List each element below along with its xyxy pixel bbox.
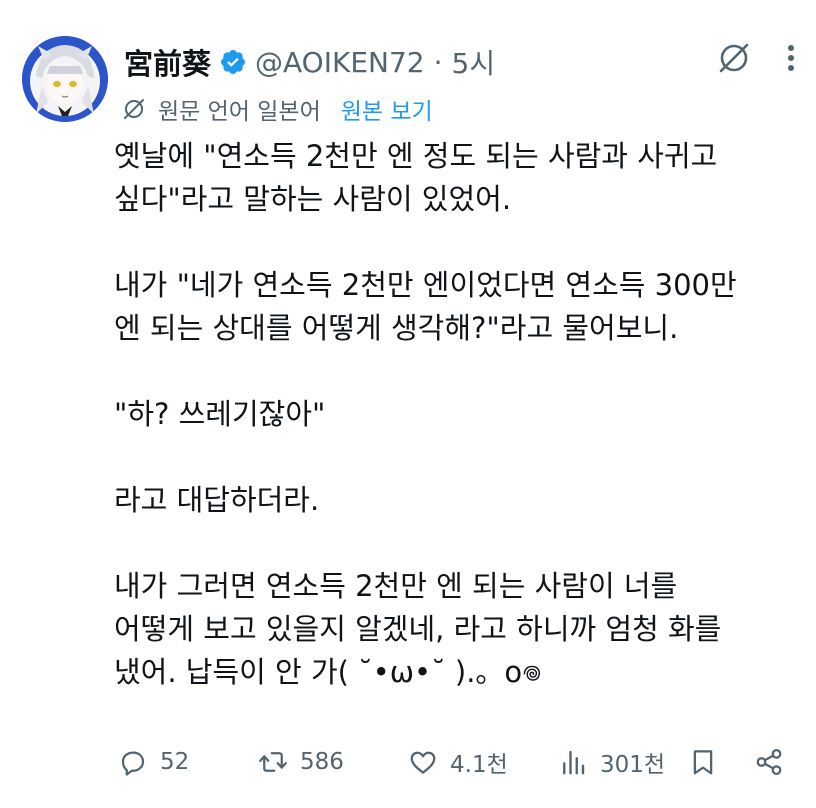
action-bar: 52 586 4.1천 301천 bbox=[118, 742, 798, 782]
heart-icon bbox=[410, 751, 436, 774]
bookmark-button[interactable] bbox=[688, 742, 718, 782]
grok-icon[interactable] bbox=[716, 40, 752, 76]
show-original-link[interactable]: 원본 보기 bbox=[341, 92, 433, 126]
views-button[interactable]: 301천 bbox=[558, 742, 665, 782]
tweet-paragraph-2: 내가 "네가 연소득 2천만 엔이었다면 연소득 300만 엔 되는 상대를 어… bbox=[114, 268, 737, 345]
views-icon bbox=[563, 750, 585, 775]
top-right-controls bbox=[716, 40, 794, 76]
tweet: 宮前葵 @AOIKEN72 · 5시 원문 언어 일본어 원본 보기 옛날에 "… bbox=[0, 0, 816, 808]
repost-count: 586 bbox=[300, 749, 344, 775]
display-name[interactable]: 宮前葵 bbox=[124, 41, 211, 83]
tweet-paragraph-3: "하? 쓰레기잖아" bbox=[114, 397, 326, 431]
timestamp[interactable]: 5시 bbox=[452, 42, 496, 82]
tweet-paragraph-1: 옛날에 "연소득 2천만 엔 정도 되는 사람과 사귀고 싶다"라고 말하는 사… bbox=[114, 139, 718, 216]
like-button[interactable]: 4.1천 bbox=[408, 742, 508, 782]
avatar-illustration bbox=[22, 36, 108, 122]
separator-dot: · bbox=[433, 45, 443, 79]
like-count: 4.1천 bbox=[450, 752, 508, 778]
share-button[interactable] bbox=[754, 742, 784, 782]
tweet-header: 宮前葵 @AOIKEN72 · 5시 bbox=[124, 40, 495, 84]
reply-button[interactable]: 52 bbox=[118, 742, 189, 782]
reply-count: 52 bbox=[160, 749, 190, 775]
verified-badge-icon bbox=[219, 48, 247, 76]
reply-icon bbox=[121, 751, 145, 776]
repost-button[interactable]: 586 bbox=[258, 742, 344, 782]
tweet-text: 옛날에 "연소득 2천만 엔 정도 되는 사람과 사귀고 싶다"라고 말하는 사… bbox=[114, 135, 804, 694]
translation-bar: 원문 언어 일본어 원본 보기 bbox=[122, 92, 433, 126]
translation-note: 원문 언어 일본어 bbox=[158, 99, 321, 125]
tweet-paragraph-4: 라고 대답하더라. bbox=[114, 483, 320, 517]
user-handle[interactable]: @AOIKEN72 bbox=[255, 46, 425, 79]
avatar[interactable] bbox=[22, 36, 108, 122]
translate-icon bbox=[124, 99, 144, 119]
bookmark-icon bbox=[693, 750, 713, 775]
more-options-icon[interactable] bbox=[788, 41, 794, 75]
share-icon bbox=[756, 749, 782, 775]
tweet-paragraph-5: 내가 그러면 연소득 2천만 엔 되는 사람이 너를 어떻게 보고 있을지 알겠… bbox=[114, 569, 722, 689]
view-count: 301천 bbox=[600, 752, 666, 778]
repost-icon bbox=[259, 752, 287, 772]
